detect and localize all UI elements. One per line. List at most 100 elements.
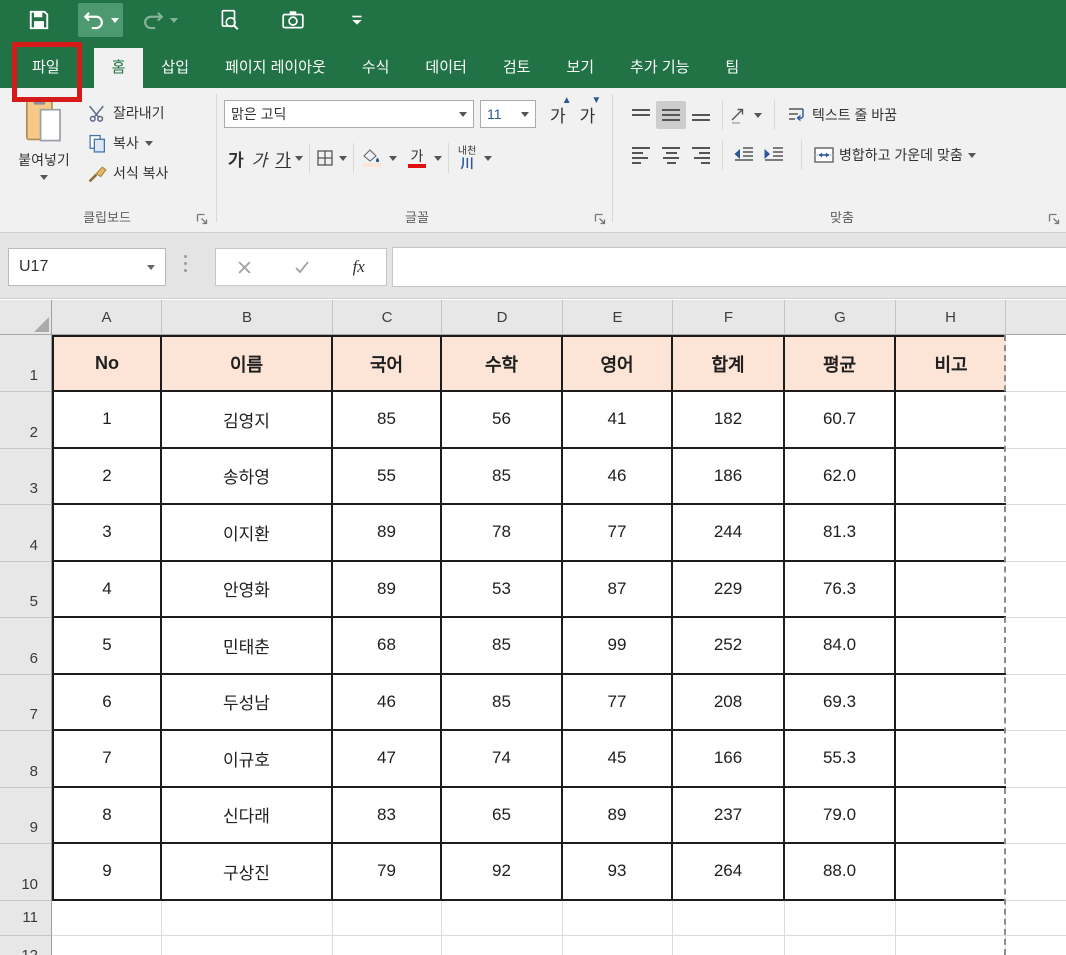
paste-button[interactable]: 붙여넣기 <box>8 96 80 200</box>
row-header-6[interactable]: 6 <box>0 618 52 675</box>
cell-outside-table[interactable] <box>1006 935 1066 955</box>
cell-D3[interactable]: 85 <box>442 448 563 505</box>
borders-button[interactable] <box>316 149 347 167</box>
alignment-dialog-launcher-icon[interactable] <box>1047 212 1061 226</box>
formula-input[interactable] <box>392 247 1066 287</box>
cell-E2[interactable]: 41 <box>563 392 673 449</box>
cell-H4[interactable] <box>896 505 1006 562</box>
font-size-combo[interactable]: 11 <box>480 100 536 128</box>
cell-A6[interactable]: 5 <box>52 618 162 675</box>
cell-F12[interactable] <box>673 935 785 955</box>
cell-E8[interactable]: 45 <box>563 731 673 788</box>
cell-E7[interactable]: 77 <box>563 674 673 731</box>
cell-D7[interactable]: 85 <box>442 674 563 731</box>
cell-H5[interactable] <box>896 561 1006 618</box>
cell-D4[interactable]: 78 <box>442 505 563 562</box>
cell-H3[interactable] <box>896 448 1006 505</box>
save-icon[interactable] <box>22 4 56 36</box>
cell-G1[interactable]: 평균 <box>785 335 896 392</box>
cell-H9[interactable] <box>896 787 1006 844</box>
orientation-button[interactable] <box>729 105 762 125</box>
cell-H6[interactable] <box>896 618 1006 675</box>
cell-G2[interactable]: 60.7 <box>785 392 896 449</box>
align-top-button[interactable] <box>626 101 656 129</box>
italic-button[interactable]: 가 <box>248 146 272 171</box>
cell-H8[interactable] <box>896 731 1006 788</box>
tab-6[interactable]: 검토 <box>485 48 549 88</box>
cell-E6[interactable]: 99 <box>563 618 673 675</box>
cell-E5[interactable]: 87 <box>563 561 673 618</box>
cell-F10[interactable]: 264 <box>673 844 785 901</box>
cell-F5[interactable]: 229 <box>673 561 785 618</box>
cell-B6[interactable]: 민태춘 <box>162 618 333 675</box>
cell-A5[interactable]: 4 <box>52 561 162 618</box>
tab-2[interactable]: 삽입 <box>143 48 207 88</box>
cell-C5[interactable]: 89 <box>333 561 442 618</box>
underline-button[interactable]: 가 <box>271 146 295 171</box>
redo-button[interactable] <box>137 3 182 37</box>
cell-B8[interactable]: 이규호 <box>162 731 333 788</box>
cell-B9[interactable]: 신다래 <box>162 787 333 844</box>
row-header-3[interactable]: 3 <box>0 448 52 505</box>
cell-outside-table[interactable] <box>1006 562 1066 618</box>
column-header-A[interactable]: A <box>52 300 162 335</box>
cell-E9[interactable]: 89 <box>563 787 673 844</box>
cell-G6[interactable]: 84.0 <box>785 618 896 675</box>
align-center-button[interactable] <box>656 141 686 169</box>
cell-C6[interactable]: 68 <box>333 618 442 675</box>
column-header-G[interactable]: G <box>785 300 896 335</box>
cell-H2[interactable] <box>896 392 1006 449</box>
column-header-B[interactable]: B <box>162 300 333 335</box>
cell-outside-table[interactable] <box>1006 505 1066 562</box>
cell-G9[interactable]: 79.0 <box>785 787 896 844</box>
cell-E12[interactable] <box>563 935 673 955</box>
cell-outside-table[interactable] <box>1006 844 1066 901</box>
name-box-dropdown-icon[interactable] <box>147 264 155 270</box>
cell-outside-table[interactable] <box>1006 335 1066 392</box>
cell-E11[interactable] <box>563 900 673 936</box>
row-header-7[interactable]: 7 <box>0 674 52 731</box>
increase-font-size-button[interactable]: 가 ▲ <box>546 95 572 127</box>
row-header-10[interactable]: 10 <box>0 844 52 901</box>
tab-1[interactable]: 홈 <box>93 48 144 88</box>
font-name-combo[interactable]: 맑은 고딕 <box>224 100 474 128</box>
cell-C7[interactable]: 46 <box>333 674 442 731</box>
cell-outside-table[interactable] <box>1006 731 1066 788</box>
row-header-1[interactable]: 1 <box>0 335 52 392</box>
tab-3[interactable]: 페이지 레이아웃 <box>207 48 344 88</box>
cell-E3[interactable]: 46 <box>563 448 673 505</box>
cell-A2[interactable]: 1 <box>52 392 162 449</box>
cell-F3[interactable]: 186 <box>673 448 785 505</box>
row-header-5[interactable]: 5 <box>0 561 52 618</box>
undo-button[interactable] <box>78 3 123 37</box>
cell-D11[interactable] <box>442 900 563 936</box>
cell-H11[interactable] <box>896 900 1006 936</box>
font-name-dropdown-icon[interactable] <box>459 111 467 117</box>
row-header-4[interactable]: 4 <box>0 505 52 562</box>
column-header-F[interactable]: F <box>673 300 785 335</box>
cell-outside-table[interactable] <box>1006 618 1066 675</box>
cell-B10[interactable]: 구상진 <box>162 844 333 901</box>
cell-A12[interactable] <box>52 935 162 955</box>
cell-C9[interactable]: 83 <box>333 787 442 844</box>
cell-B3[interactable]: 송하영 <box>162 448 333 505</box>
cell-G4[interactable]: 81.3 <box>785 505 896 562</box>
cell-D10[interactable]: 92 <box>442 844 563 901</box>
row-header-9[interactable]: 9 <box>0 787 52 844</box>
undo-dropdown-icon[interactable] <box>111 17 119 23</box>
cell-D9[interactable]: 65 <box>442 787 563 844</box>
decrease-indent-button[interactable] <box>729 141 759 169</box>
bold-button[interactable]: 가 <box>224 146 248 171</box>
cell-C11[interactable] <box>333 900 442 936</box>
cell-H1[interactable]: 비고 <box>896 335 1006 392</box>
cell-D12[interactable] <box>442 935 563 955</box>
cell-H7[interactable] <box>896 674 1006 731</box>
cell-D8[interactable]: 74 <box>442 731 563 788</box>
cell-D6[interactable]: 85 <box>442 618 563 675</box>
cell-C3[interactable]: 55 <box>333 448 442 505</box>
cell-G8[interactable]: 55.3 <box>785 731 896 788</box>
orientation-dropdown-icon[interactable] <box>754 112 762 118</box>
cell-G10[interactable]: 88.0 <box>785 844 896 901</box>
cell-F8[interactable]: 166 <box>673 731 785 788</box>
row-header-2[interactable]: 2 <box>0 392 52 449</box>
